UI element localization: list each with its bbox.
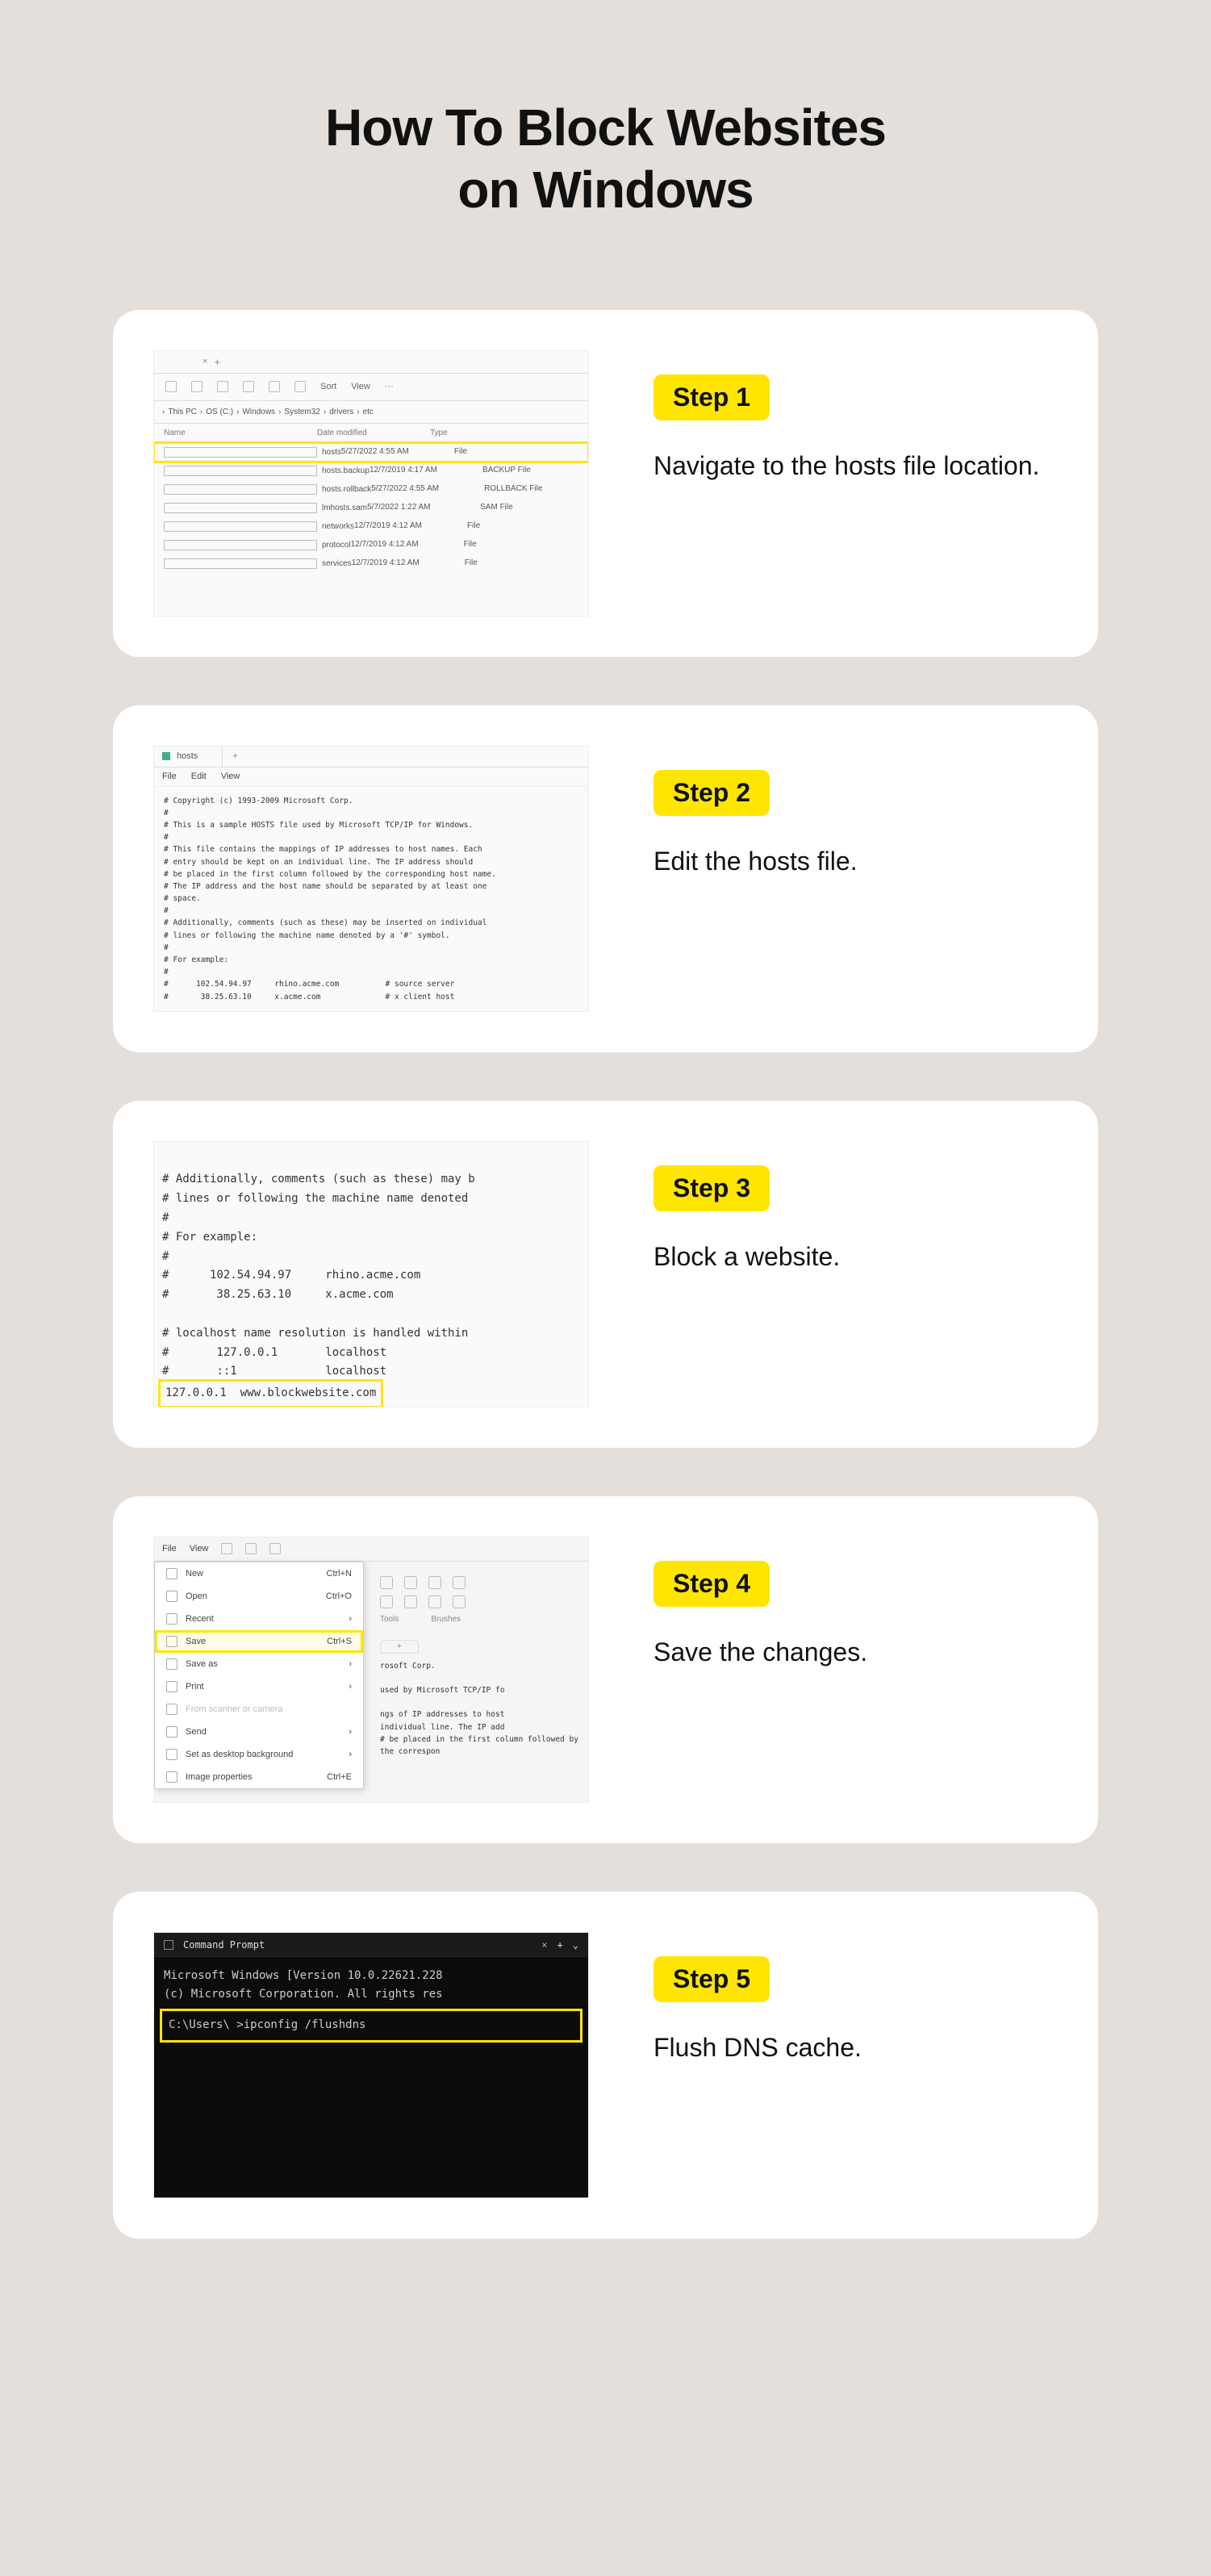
paste-icon <box>243 381 254 392</box>
tool-icon <box>380 1576 393 1589</box>
file-menu-label: File <box>162 1544 177 1554</box>
close-icon: × <box>541 1939 547 1951</box>
close-icon: × <box>203 357 207 366</box>
step-2-badge: Step 2 <box>654 770 770 816</box>
menu-item-print: Print› <box>155 1675 363 1698</box>
tools-label: Tools <box>380 1615 399 1624</box>
step-5-card: Command Prompt × + ⌄ Microsoft Windows [… <box>113 1892 1098 2239</box>
step-4-card: File View NewCtrl+NOpenCtrl+ORecent›Save… <box>113 1496 1098 1843</box>
menu-item-image-properties: Image propertiesCtrl+E <box>155 1766 363 1788</box>
file-row: lmhosts.sam5/7/2022 1:22 AMSAM File <box>154 499 588 517</box>
step-5-visual: Command Prompt × + ⌄ Microsoft Windows [… <box>153 1932 589 2198</box>
step-1-text: Navigate to the hosts file location. <box>654 448 1050 484</box>
redo-icon <box>269 1543 281 1554</box>
tool-icon <box>453 1595 466 1608</box>
cut-icon <box>191 381 203 392</box>
rename-icon <box>269 381 280 392</box>
new-tab-icon: + <box>223 751 247 761</box>
hosts-snippet: # Additionally, comments (such as these)… <box>162 1173 475 1378</box>
file-row: hosts5/27/2022 4:55 AMFile <box>154 443 588 462</box>
menu-item-send: Send› <box>155 1721 363 1743</box>
menu-item-set-as-desktop-background: Set as desktop background› <box>155 1743 363 1766</box>
file-row: services12/7/2019 4:12 AMFile <box>154 554 588 573</box>
cmd-icon <box>164 1940 173 1950</box>
menu-item-save: SaveCtrl+S <box>155 1630 363 1653</box>
step-3-badge: Step 3 <box>654 1165 770 1211</box>
tool-icon <box>428 1576 441 1589</box>
new-icon <box>165 381 177 392</box>
step-2-text: Edit the hosts file. <box>654 843 1050 880</box>
more-label: ··· <box>385 382 394 391</box>
block-entry-highlight: 127.0.0.1 www.blockwebsite.com <box>162 1383 379 1404</box>
file-dropdown: NewCtrl+NOpenCtrl+ORecent›SaveCtrl+SSave… <box>154 1562 364 1789</box>
editor-bg-text: rosoft Corp. used by Microsoft TCP/IP fo… <box>380 1660 580 1758</box>
step-4-badge: Step 4 <box>654 1561 770 1607</box>
view-menu-label: View <box>190 1544 209 1554</box>
sort-label: Sort <box>320 382 336 391</box>
menu-item-recent: Recent› <box>155 1608 363 1630</box>
save-icon <box>221 1543 232 1554</box>
step-3-text: Block a website. <box>654 1239 1050 1275</box>
step-4-text: Save the changes. <box>654 1634 1050 1671</box>
cmd-line-1: Microsoft Windows [Version 10.0.22621.22… <box>164 1967 578 1986</box>
chevron-down-icon: ⌄ <box>573 1939 578 1951</box>
breadcrumb: ›This PC ›OS (C:) ›Windows ›System32 ›dr… <box>154 401 588 424</box>
step-2-card: hosts + FileEditView # Copyright (c) 199… <box>113 705 1098 1052</box>
menu-item-save-as: Save as› <box>155 1653 363 1675</box>
file-row: hosts.backup12/7/2019 4:17 AMBACKUP File <box>154 462 588 480</box>
file-row: networks12/7/2019 4:12 AMFile <box>154 517 588 536</box>
brushes-label: Brushes <box>431 1615 461 1624</box>
editor-tab: + <box>380 1640 419 1654</box>
share-icon <box>294 381 306 392</box>
step-1-badge: Step 1 <box>654 374 770 420</box>
menu-item-open: OpenCtrl+O <box>155 1585 363 1608</box>
file-row: hosts.rollback5/27/2022 4:55 AMROLLBACK … <box>154 480 588 499</box>
app-icon <box>162 752 170 760</box>
flushdns-command: C:\Users\ >ipconfig /flushdns <box>164 2013 578 2039</box>
menu-item-from-scanner-or-camera: From scanner or camera <box>155 1698 363 1721</box>
step-1-visual: × + Sort View ··· ›This PC ›OS (C:) ›Wind… <box>153 350 589 617</box>
cmd-line-2: (c) Microsoft Corporation. All rights re… <box>164 1985 578 2005</box>
column-headers: NameDate modifiedType <box>154 424 588 443</box>
step-3-visual: # Additionally, comments (such as these)… <box>153 1141 589 1407</box>
cmd-tab-label: Command Prompt <box>183 1939 265 1951</box>
view-label: View <box>351 382 370 391</box>
new-tab-icon: + <box>214 356 220 368</box>
step-4-visual: File View NewCtrl+NOpenCtrl+ORecent›Save… <box>153 1537 589 1803</box>
tab-label: hosts <box>177 751 198 761</box>
step-5-badge: Step 5 <box>654 1956 770 2002</box>
tool-icon <box>380 1595 393 1608</box>
tool-icon <box>404 1576 417 1589</box>
copy-icon <box>217 381 228 392</box>
undo-icon <box>245 1543 257 1554</box>
file-row: protocol12/7/2019 4:12 AMFile <box>154 536 588 554</box>
page-title: How To Block Websites on Windows <box>113 97 1098 221</box>
editor-menu: FileEditView <box>154 767 588 787</box>
menu-item-new: NewCtrl+N <box>155 1562 363 1585</box>
step-1-card: × + Sort View ··· ›This PC ›OS (C:) ›Wind… <box>113 310 1098 657</box>
tool-icon <box>453 1576 466 1589</box>
new-tab-icon: + <box>557 1939 563 1951</box>
step-5-text: Flush DNS cache. <box>654 2030 1050 2066</box>
step-2-visual: hosts + FileEditView # Copyright (c) 199… <box>153 746 589 1012</box>
tool-icon <box>404 1595 417 1608</box>
step-3-card: # Additionally, comments (such as these)… <box>113 1101 1098 1448</box>
hosts-file-content: # Copyright (c) 1993-2009 Microsoft Corp… <box>154 787 588 1012</box>
tool-icon <box>428 1595 441 1608</box>
